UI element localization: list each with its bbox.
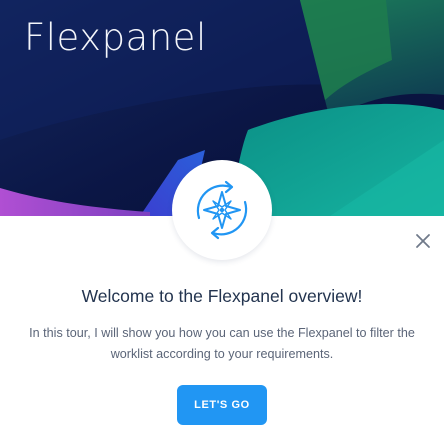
hero-title: Flexpanel xyxy=(24,16,207,59)
tour-dialog: Flexpanel Welcome to the Flexpanel overv… xyxy=(0,0,444,446)
welcome-headline: Welcome to the Flexpanel overview! xyxy=(81,286,363,306)
tour-badge xyxy=(172,160,272,260)
tour-description: In this tour, I will show you how you ca… xyxy=(29,326,415,361)
compass-refresh-icon xyxy=(196,180,248,240)
close-icon xyxy=(416,234,430,248)
lets-go-button[interactable]: LET'S GO xyxy=(177,385,267,425)
close-button[interactable] xyxy=(410,228,436,254)
